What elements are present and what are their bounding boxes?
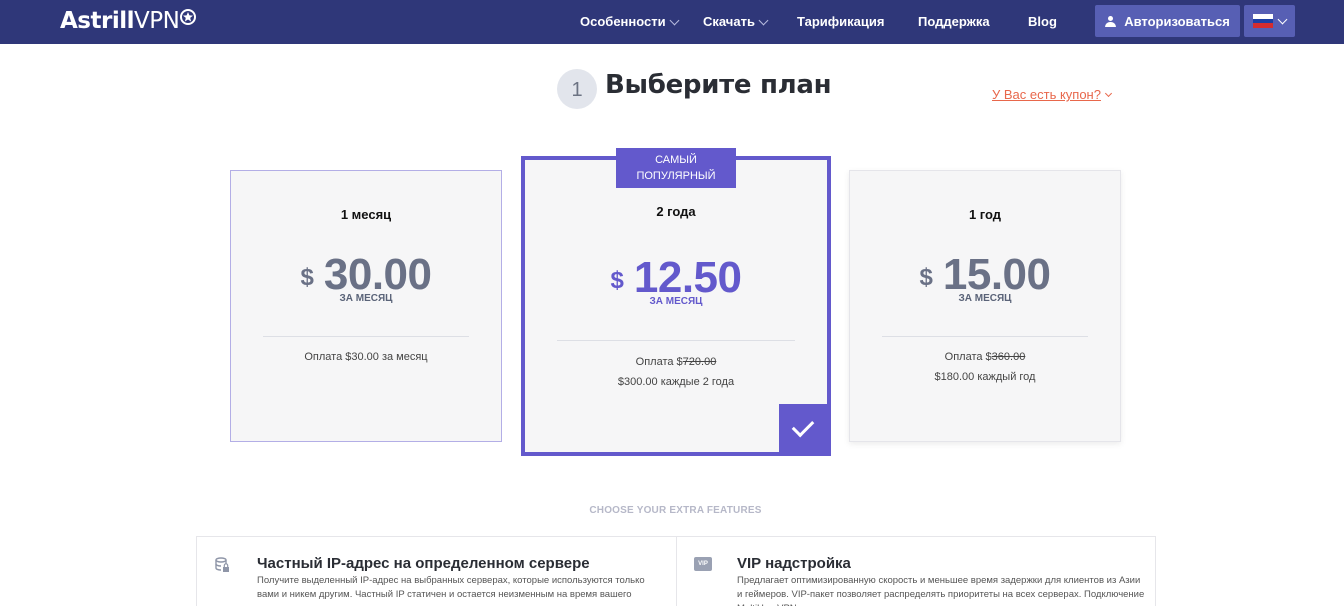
logo-star-icon — [180, 9, 197, 25]
payment-summary: Оплата $360.00 $180.00 каждый год — [850, 347, 1120, 387]
payment-text: Оплата $ — [944, 351, 992, 363]
plan-card-1-year[interactable]: 1 год $ 15.00 ЗА МЕСЯЦ Оплата $360.00 $1… — [849, 170, 1121, 442]
plan-period: 2 года — [656, 204, 696, 219]
nav-features[interactable]: Особенности — [580, 0, 680, 44]
nav-support-label: Поддержка — [918, 14, 990, 29]
plan-card-2-years[interactable]: 2 года $ 12.50 ЗА МЕСЯЦ Оплата $720.00 $… — [521, 156, 831, 456]
original-price-struck: 360.00 — [991, 351, 1026, 363]
coupon-link-label: У Вас есть купон? — [992, 87, 1101, 102]
payment-text: Оплата $30.00 за месяц — [304, 351, 428, 363]
price-per-month-label: ЗА МЕСЯЦ — [339, 293, 393, 304]
russian-flag-icon — [1253, 14, 1273, 29]
top-navigation-bar: Astrill VPN Особенности Скачать Тарификац… — [0, 0, 1344, 44]
payment-original-line: Оплата $720.00 — [525, 352, 827, 372]
currency-symbol: $ — [919, 264, 933, 291]
original-price-struck: 720.00 — [682, 356, 717, 368]
payment-billing-line: $180.00 каждый год — [934, 371, 1036, 383]
payment-summary: Оплата $720.00 $300.00 каждые 2 года — [525, 352, 827, 392]
extra-features-heading: CHOOSE YOUR EXTRA FEATURES — [589, 505, 762, 516]
language-selector[interactable] — [1244, 5, 1295, 37]
payment-summary: Оплата $30.00 за месяц — [231, 347, 501, 367]
divider — [557, 340, 795, 341]
chevron-down-icon — [1104, 89, 1113, 98]
plan-period: 1 месяц — [340, 207, 392, 222]
feature-title: VIP надстройка — [737, 555, 851, 572]
currency-symbol: $ — [300, 264, 314, 291]
payment-billing-line: $300.00 каждые 2 года — [617, 376, 735, 388]
plan-period: 1 год — [968, 207, 1002, 222]
login-button-label: Авторизоваться — [1124, 13, 1230, 29]
feature-description: Предлагает оптимизированную скорость и м… — [737, 575, 1145, 606]
nav-blog[interactable]: Blog — [1028, 0, 1057, 44]
page-title: Выберите план — [605, 70, 832, 100]
nav-download[interactable]: Скачать — [703, 0, 769, 44]
plan-card-1-month[interactable]: 1 месяц $ 30.00 ЗА МЕСЯЦ Оплата $30.00 з… — [230, 170, 502, 442]
divider — [882, 336, 1088, 337]
coupon-link[interactable]: У Вас есть купон? — [992, 87, 1113, 102]
astrill-vpn-logo[interactable]: Astrill VPN — [60, 8, 197, 36]
logo-text-light: VPN — [133, 8, 180, 34]
chevron-down-icon — [1277, 14, 1288, 24]
nav-pricing[interactable]: Тарификация — [797, 0, 884, 44]
price-per-month-label: ЗА МЕСЯЦ — [649, 296, 703, 307]
most-popular-badge: САМЫЙ ПОПУЛЯРНЫЙ — [616, 148, 736, 188]
divider — [263, 336, 469, 337]
nav-pricing-label: Тарификация — [797, 14, 885, 29]
payment-original-line: Оплата $360.00 — [850, 347, 1120, 367]
nav-blog-label: Blog — [1028, 14, 1057, 29]
extra-features-panel: Частный IP-адрес на определенном сервере… — [196, 536, 1156, 606]
login-button[interactable]: Авторизоваться — [1095, 5, 1240, 37]
feature-description: Получите выделенный IP-адрес на выбранны… — [257, 575, 645, 600]
feature-column-divider — [676, 537, 677, 606]
database-lock-icon — [215, 557, 229, 572]
logo-text-bold: Astrill — [60, 8, 134, 34]
price-per-month-label: ЗА МЕСЯЦ — [958, 293, 1012, 304]
chevron-down-icon — [669, 15, 680, 25]
currency-symbol: $ — [610, 267, 624, 294]
payment-text: Оплата $ — [635, 356, 683, 368]
nav-features-label: Особенности — [580, 14, 666, 29]
chevron-down-icon — [758, 15, 769, 25]
feature-title: Частный IP-адрес на определенном сервере — [257, 555, 590, 572]
selected-checkmark-icon — [779, 404, 827, 452]
nav-support[interactable]: Поддержка — [918, 0, 990, 44]
vip-icon: VIP — [694, 557, 712, 571]
user-icon — [1105, 15, 1117, 27]
step-number-badge: 1 — [557, 69, 597, 109]
nav-download-label: Скачать — [703, 14, 755, 29]
